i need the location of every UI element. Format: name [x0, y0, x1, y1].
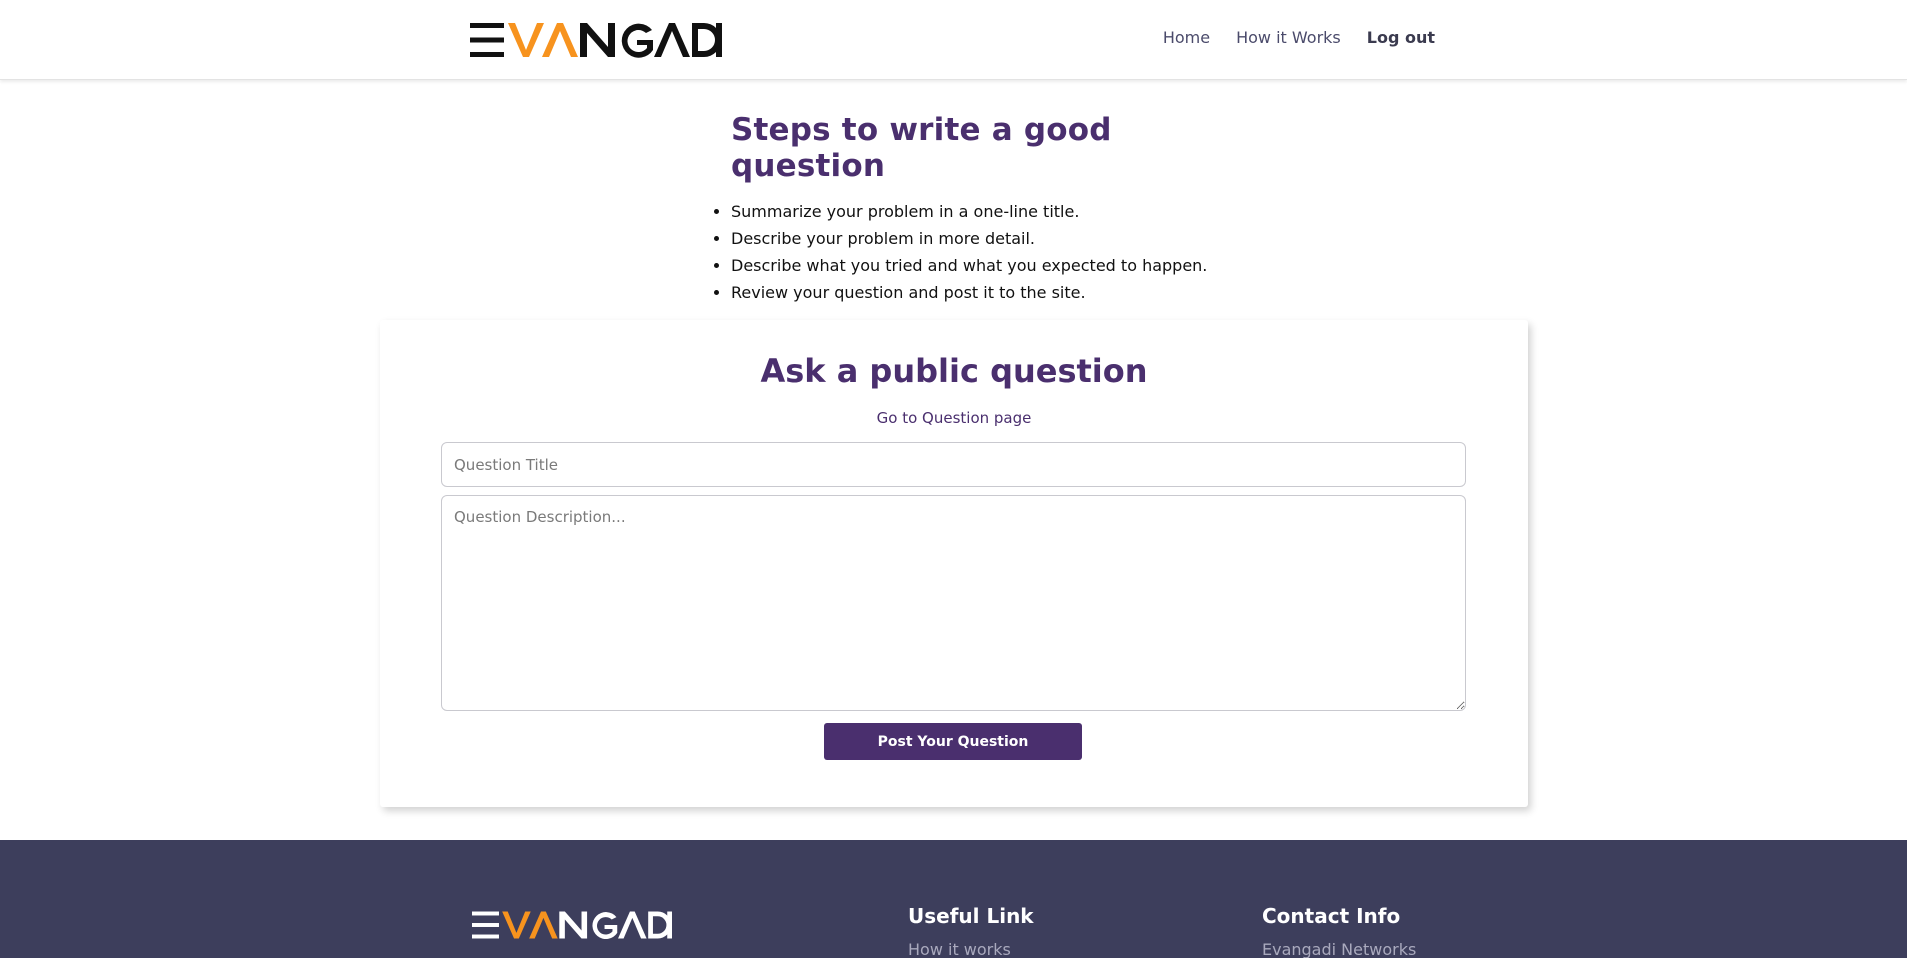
footer-contact-item[interactable]: Evangadi Networks: [1262, 940, 1416, 958]
nav-home-link[interactable]: Home: [1163, 28, 1210, 47]
nav-how-it-works-link[interactable]: How it Works: [1236, 28, 1341, 47]
question-guidelines: Steps to write a good question Summarize…: [711, 112, 1271, 306]
guideline-item: Summarize your problem in a one-line tit…: [731, 198, 1271, 225]
guideline-item: Describe your problem in more detail.: [731, 225, 1271, 252]
contact-info-heading: Contact Info: [1262, 904, 1401, 928]
question-description-input[interactable]: [441, 495, 1466, 711]
ask-question-title: Ask a public question: [760, 352, 1148, 390]
footer-logo[interactable]: [472, 910, 672, 944]
guidelines-title: Steps to write a good question: [731, 112, 1112, 184]
useful-link-heading: Useful Link: [908, 904, 1034, 928]
footer-how-it-works-link[interactable]: How it works: [908, 940, 1034, 958]
guidelines-list: Summarize your problem in a one-line tit…: [711, 198, 1271, 306]
site-header: Home How it Works Log out: [0, 0, 1907, 80]
nav-logout-link[interactable]: Log out: [1367, 28, 1435, 47]
evangadi-logo[interactable]: [470, 20, 722, 60]
ask-question-card: Ask a public question Go to Question pag…: [380, 320, 1528, 807]
question-title-input[interactable]: [441, 442, 1466, 487]
guideline-item: Describe what you tried and what you exp…: [731, 252, 1271, 279]
guideline-item: Review your question and post it to the …: [731, 279, 1271, 306]
footer-logo-mark: [472, 911, 672, 940]
post-question-button[interactable]: Post Your Question: [824, 723, 1082, 760]
footer-useful-links: Useful Link How it works: [908, 904, 1034, 958]
evangadi-logo-mark: [470, 23, 722, 58]
main-nav: Home How it Works Log out: [1163, 28, 1435, 47]
site-footer: Useful Link How it works Contact Info Ev…: [0, 840, 1907, 958]
footer-contact-info: Contact Info Evangadi Networks: [1262, 904, 1416, 958]
go-to-question-page-link[interactable]: Go to Question page: [380, 409, 1528, 427]
